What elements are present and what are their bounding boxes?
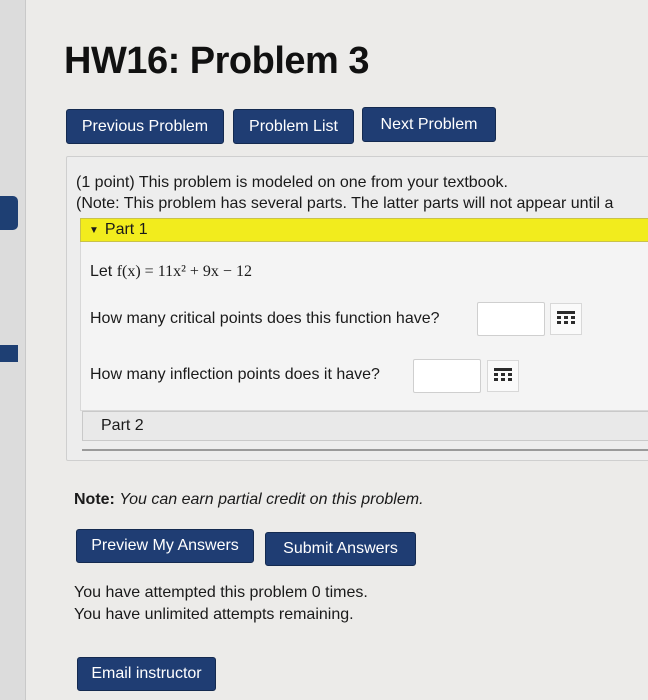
previous-problem-button[interactable]: Previous Problem (66, 109, 224, 144)
caret-down-icon: ▼ (89, 224, 99, 236)
preview-answers-button[interactable]: Preview My Answers (76, 529, 254, 563)
part2-label: Part 2 (101, 417, 144, 434)
part1-header[interactable]: ▼ Part 1 (80, 218, 648, 242)
inflection-points-input[interactable] (413, 359, 481, 393)
question-inflection-points: How many inflection points does it have? (90, 366, 380, 383)
sidebar-marker (0, 345, 18, 362)
email-instructor-button[interactable]: Email instructor (77, 657, 216, 691)
divider (82, 449, 648, 451)
problem-intro-text: (1 point) This problem is modeled on one… (76, 174, 508, 191)
attempts-remaining: You have unlimited attempts remaining. (74, 606, 354, 623)
attempts-count: You have attempted this problem 0 times. (74, 584, 368, 601)
sidebar-marker (0, 196, 18, 230)
question-critical-points: How many critical points does this funct… (90, 310, 440, 327)
problem-intro: (1 point) This problem is modeled on one… (76, 172, 648, 214)
page-title: HW16: Problem 3 (64, 40, 370, 82)
grid-icon[interactable] (487, 360, 519, 392)
note-text: You can earn partial credit on this prob… (119, 491, 424, 508)
function-prefix: Let (90, 263, 117, 280)
problem-note-text: (Note: This problem has several parts. T… (76, 195, 614, 212)
problem-list-button[interactable]: Problem List (233, 109, 354, 144)
note-label: Note: (74, 491, 115, 508)
grid-icon[interactable] (550, 303, 582, 335)
function-expression: f(x) = 11x² + 9x − 12 (116, 263, 252, 280)
next-problem-button[interactable]: Next Problem (362, 107, 496, 142)
partial-credit-note: Note: You can earn partial credit on thi… (74, 491, 424, 509)
function-definition: Let f(x) = 11x² + 9x − 12 (90, 263, 252, 281)
left-sidebar-strip (0, 0, 26, 700)
submit-answers-button[interactable]: Submit Answers (265, 532, 416, 566)
attempts-info: You have attempted this problem 0 times.… (74, 582, 368, 626)
critical-points-input[interactable] (477, 302, 545, 336)
part1-label: Part 1 (104, 221, 148, 238)
part2-header[interactable]: Part 2 (82, 411, 648, 441)
